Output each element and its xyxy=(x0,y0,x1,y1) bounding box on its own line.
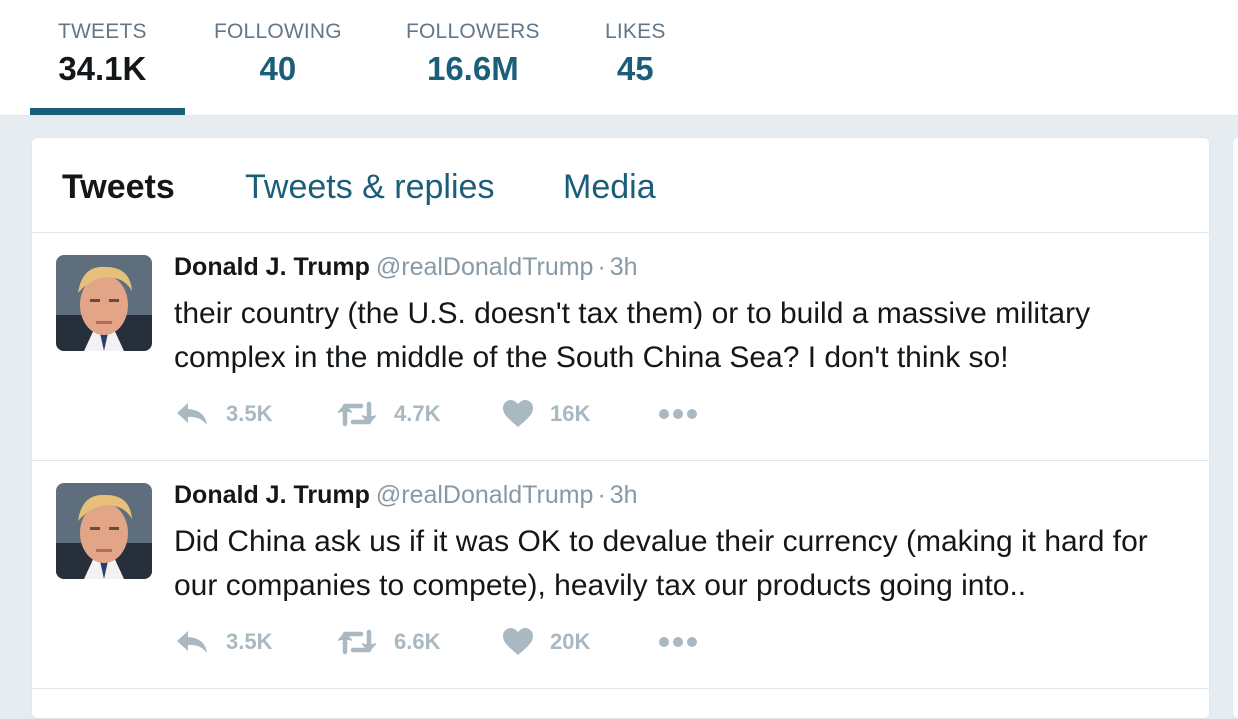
stat-tweets[interactable]: TWEETS 34.1K xyxy=(58,20,147,88)
tab-tweets-and-replies[interactable]: Tweets & replies xyxy=(245,168,494,207)
reply-count: 3.5K xyxy=(226,401,273,426)
reply-button[interactable]: 3.5K xyxy=(174,624,272,660)
retweet-count: 6.6K xyxy=(394,629,441,654)
reply-icon xyxy=(174,628,210,656)
tweet[interactable]: Donald J. Trump @realDonaldTrump · 3h Did C… xyxy=(32,461,1209,689)
tweet-timestamp[interactable]: 3h xyxy=(610,481,638,509)
tab-tweets[interactable]: Tweets xyxy=(62,168,175,207)
more-button[interactable] xyxy=(658,624,698,660)
stat-likes[interactable]: LIKES 45 xyxy=(605,20,666,88)
tweet-text: their country (the U.S. doesn't tax them… xyxy=(174,297,1091,374)
reply-count: 3.5K xyxy=(226,629,273,654)
retweet-button[interactable]: 4.7K xyxy=(336,396,440,432)
like-count: 20K xyxy=(550,629,591,654)
author-name[interactable]: Donald J. Trump xyxy=(174,253,370,281)
like-icon xyxy=(502,400,534,428)
tweet-timestamp[interactable]: 3h xyxy=(610,253,638,281)
avatar[interactable] xyxy=(56,255,152,351)
tweet-actions: 3.5K 4.7K 16K xyxy=(174,396,774,432)
timeline-tabs: Tweets Tweets & replies Media xyxy=(32,138,1209,233)
stat-followers[interactable]: FOLLOWERS 16.6M xyxy=(406,20,540,88)
stat-following-label: FOLLOWING xyxy=(214,20,342,43)
sidebar-card-edge xyxy=(1232,137,1238,719)
tweet[interactable]: Donald J. Trump @realDonaldTrump · 3h their… xyxy=(32,233,1209,461)
tweet-header: Donald J. Trump @realDonaldTrump · 3h xyxy=(174,481,638,510)
like-button[interactable]: 20K xyxy=(502,624,590,660)
active-stat-underline xyxy=(30,108,185,115)
stat-tweets-label: TWEETS xyxy=(58,20,147,43)
author-name[interactable]: Donald J. Trump xyxy=(174,481,370,509)
retweet-icon xyxy=(336,400,378,428)
reply-button[interactable]: 3.5K xyxy=(174,396,272,432)
retweet-icon xyxy=(336,628,378,656)
stat-likes-label: LIKES xyxy=(605,20,666,43)
tweet-header: Donald J. Trump @realDonaldTrump · 3h xyxy=(174,253,638,282)
tweet-actions: 3.5K 6.6K 20K xyxy=(174,624,774,660)
stat-likes-value: 45 xyxy=(616,50,654,87)
stat-followers-value: 16.6M xyxy=(426,50,519,87)
stat-tweets-value: 34.1K xyxy=(58,50,147,87)
more-button[interactable] xyxy=(658,396,698,432)
author-handle[interactable]: @realDonaldTrump xyxy=(376,481,594,509)
more-icon xyxy=(658,408,698,420)
more-icon xyxy=(658,636,698,648)
timeline-card: Tweets Tweets & replies Media Donald J. … xyxy=(31,137,1210,719)
stat-following-value: 40 xyxy=(259,50,297,87)
profile-nav: TWEETS 34.1K FOLLOWING 40 FOLLOWERS 16.6… xyxy=(0,0,1238,116)
tweet-text: Did China ask us if it was OK to devalue… xyxy=(174,525,1148,602)
avatar[interactable] xyxy=(56,483,152,579)
retweet-button[interactable]: 6.6K xyxy=(336,624,440,660)
stat-followers-label: FOLLOWERS xyxy=(406,20,540,43)
like-icon xyxy=(502,628,534,656)
stat-following[interactable]: FOLLOWING 40 xyxy=(214,20,342,88)
header-separator: · xyxy=(597,253,606,281)
tab-media[interactable]: Media xyxy=(563,168,656,207)
reply-icon xyxy=(174,400,210,428)
like-count: 16K xyxy=(550,401,591,426)
author-handle[interactable]: @realDonaldTrump xyxy=(376,253,594,281)
retweet-count: 4.7K xyxy=(394,401,441,426)
like-button[interactable]: 16K xyxy=(502,396,590,432)
header-separator: · xyxy=(597,481,606,509)
